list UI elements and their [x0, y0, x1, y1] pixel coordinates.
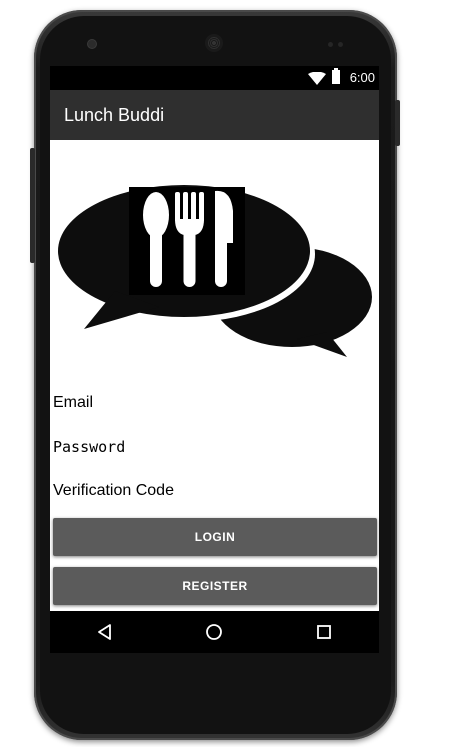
- battery-icon: [332, 68, 340, 84]
- login-button[interactable]: LOGIN: [53, 518, 377, 556]
- front-camera: [88, 40, 96, 48]
- login-form: LOGIN REGISTER: [50, 140, 379, 610]
- email-field[interactable]: [53, 388, 373, 418]
- back-icon[interactable]: [90, 619, 120, 645]
- screen: 6:00 Lunch Buddi Email Verification Code…: [50, 66, 379, 653]
- app-title: Lunch Buddi: [64, 105, 165, 125]
- verification-code-field[interactable]: [53, 476, 373, 506]
- recent-apps-icon[interactable]: [309, 619, 339, 645]
- light-sensor: [338, 42, 343, 47]
- navigation-bar: [50, 611, 379, 653]
- app-bar: Lunch Buddi: [50, 90, 379, 140]
- register-button[interactable]: REGISTER: [53, 567, 377, 605]
- chat-bubbles-utensils-logo: [58, 185, 372, 357]
- power-button: [395, 100, 400, 146]
- wifi-icon: [308, 72, 326, 85]
- volume-button: [30, 148, 35, 263]
- status-bar: 6:00: [50, 66, 379, 90]
- home-icon[interactable]: [200, 619, 230, 645]
- status-time: 6:00: [349, 70, 375, 85]
- proximity-sensor: [328, 42, 333, 47]
- password-field[interactable]: [53, 432, 373, 462]
- earpiece-speaker: [205, 34, 223, 52]
